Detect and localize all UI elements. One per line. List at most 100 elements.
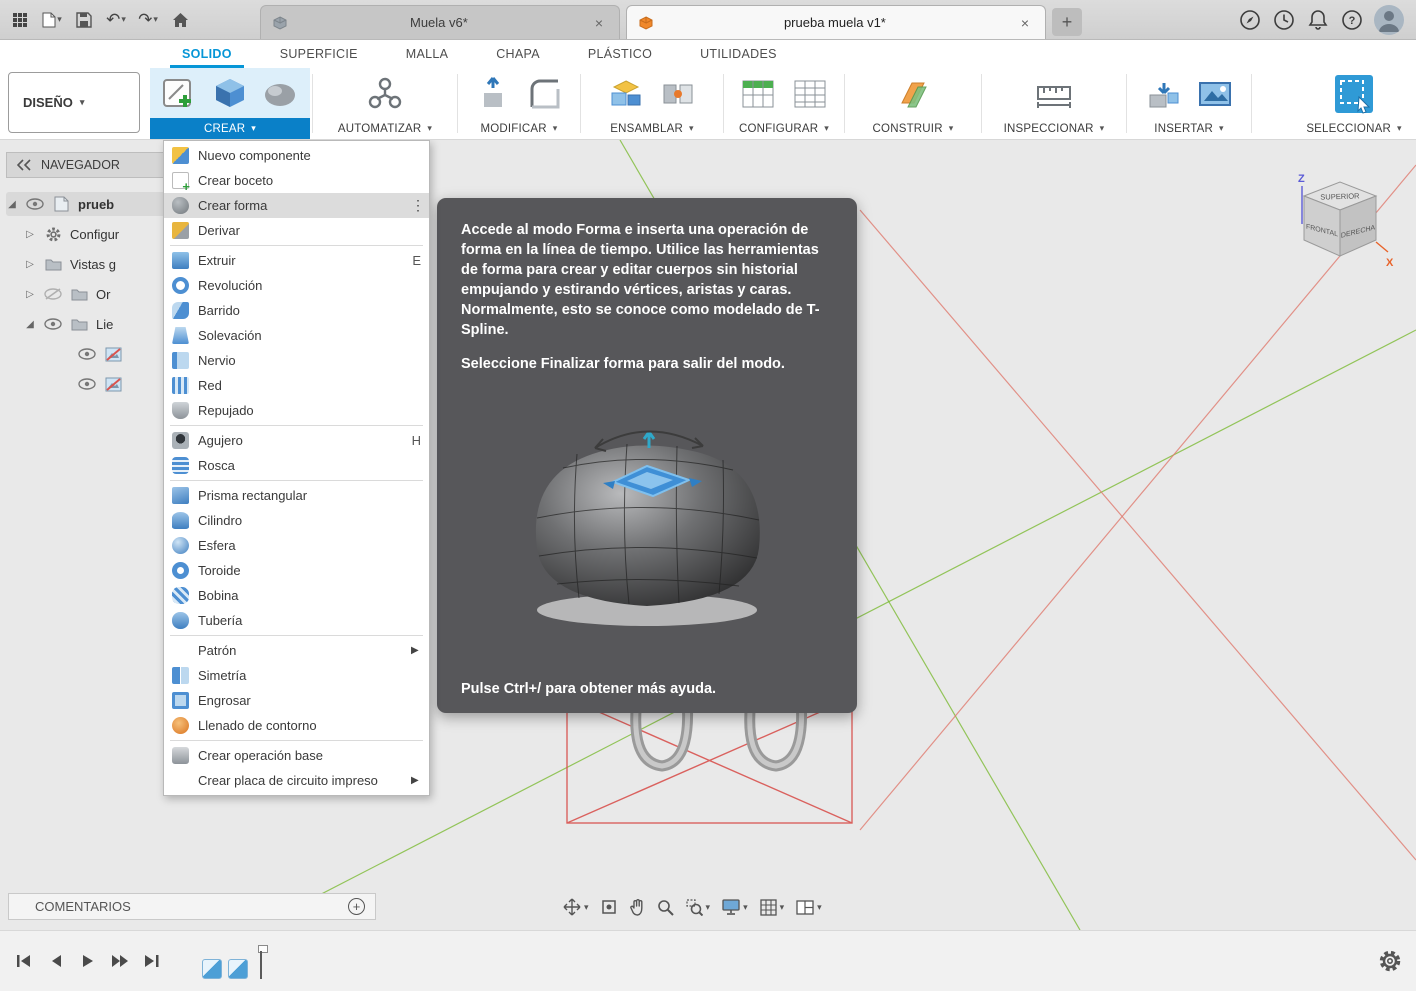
pan-button[interactable] — [626, 895, 648, 919]
design-workspace-dropdown[interactable]: DISEÑO ▾ — [8, 72, 140, 133]
tab-utilidades[interactable]: UTILIDADES — [678, 40, 799, 68]
visibility-eye-icon[interactable] — [44, 315, 62, 333]
configuration-tool-icon[interactable] — [737, 73, 779, 115]
configuration-table-tool-icon[interactable] — [789, 73, 831, 115]
create-form-tool-icon[interactable] — [260, 73, 300, 115]
zoom-button[interactable] — [654, 895, 677, 919]
save-button[interactable] — [70, 5, 98, 35]
file-menu-button[interactable]: ▾ — [38, 5, 66, 35]
menu-item-derivar[interactable]: Derivar — [164, 218, 429, 243]
menu-item-red[interactable]: Red — [164, 373, 429, 398]
document-tab-prueba-muela[interactable]: prueba muela v1* × — [626, 5, 1046, 39]
group-insertar-label-button[interactable]: INSERTAR ▾ — [1129, 118, 1249, 139]
grid-settings-button[interactable]: ▾ — [757, 895, 788, 919]
menu-item-agujero[interactable]: Agujero H — [164, 428, 429, 453]
menu-item-tuberia[interactable]: Tubería — [164, 608, 429, 633]
menu-item-crear-forma[interactable]: Crear forma ⋮ — [164, 193, 429, 218]
menu-item-prisma-rectangular[interactable]: Prisma rectangular — [164, 483, 429, 508]
insert-image-tool-icon[interactable] — [1194, 73, 1236, 115]
play-button[interactable] — [76, 949, 100, 973]
home-view-button[interactable] — [166, 5, 194, 35]
construction-plane-tool-icon[interactable] — [892, 73, 934, 115]
collapsed-triangle-icon[interactable]: ▷ — [24, 259, 36, 270]
timeline-settings-gear-icon[interactable] — [1378, 949, 1402, 976]
menu-item-nervio[interactable]: Nervio — [164, 348, 429, 373]
expand-triangle-icon[interactable]: ◢ — [6, 199, 18, 210]
orbit-button[interactable]: ▾ — [560, 895, 592, 919]
extensions-compass-icon[interactable] — [1238, 8, 1262, 32]
close-tab-icon[interactable]: × — [591, 15, 607, 31]
menu-item-extruir[interactable]: Extruir E — [164, 248, 429, 273]
comments-bar[interactable]: COMENTARIOS + — [8, 893, 376, 920]
automate-tool-icon[interactable] — [364, 73, 406, 115]
options-kebab-icon[interactable]: ⋮ — [411, 197, 425, 214]
notifications-bell-icon[interactable] — [1306, 8, 1330, 32]
close-tab-icon[interactable]: × — [1017, 15, 1033, 31]
menu-item-rosca[interactable]: Rosca — [164, 453, 429, 478]
user-avatar[interactable] — [1374, 4, 1404, 35]
menu-item-llenado-de-contorno[interactable]: Llenado de contorno — [164, 713, 429, 738]
add-comment-icon[interactable]: + — [348, 898, 365, 915]
collapse-panel-icon[interactable] — [17, 159, 31, 171]
group-ensamblar-label-button[interactable]: ENSAMBLAR ▾ — [583, 118, 721, 139]
display-settings-button[interactable]: ▾ — [719, 895, 751, 919]
insert-derive-tool-icon[interactable] — [1142, 73, 1184, 115]
job-status-clock-icon[interactable] — [1272, 8, 1296, 32]
group-automatizar-label-button[interactable]: AUTOMATIZAR ▾ — [315, 118, 455, 139]
joint-tool-icon[interactable] — [657, 73, 699, 115]
menu-item-toroide[interactable]: Toroide — [164, 558, 429, 583]
hidden-eye-icon[interactable] — [44, 285, 62, 303]
viewports-button[interactable]: ▾ — [793, 895, 825, 919]
step-back-button[interactable] — [44, 949, 68, 973]
fillet-tool-icon[interactable] — [524, 73, 566, 115]
menu-item-repujado[interactable]: Repujado — [164, 398, 429, 423]
document-tab-muela-v6[interactable]: Muela v6* × — [260, 5, 620, 39]
select-tool-icon[interactable] — [1333, 73, 1375, 115]
create-sketch-tool-icon[interactable] — [160, 73, 200, 115]
timeline-feature-form-2[interactable] — [228, 959, 248, 979]
collapsed-triangle-icon[interactable]: ▷ — [24, 229, 36, 240]
zoom-window-button[interactable]: ▾ — [683, 895, 714, 919]
visibility-eye-icon[interactable] — [78, 375, 96, 393]
menu-item-engrosar[interactable]: Engrosar — [164, 688, 429, 713]
menu-item-solevacion[interactable]: Solevación — [164, 323, 429, 348]
viewport-canvas[interactable]: NAVEGADOR ◢ prueb ▷ Configur ▷ Vistas g … — [0, 140, 1416, 930]
go-to-end-button[interactable] — [140, 949, 164, 973]
menu-item-bobina[interactable]: Bobina — [164, 583, 429, 608]
measure-tool-icon[interactable] — [1033, 73, 1075, 115]
menu-item-barrido[interactable]: Barrido — [164, 298, 429, 323]
menu-item-crear-boceto[interactable]: Crear boceto — [164, 168, 429, 194]
tab-superficie[interactable]: SUPERFICIE — [258, 40, 380, 68]
step-forward-button[interactable] — [108, 949, 132, 973]
menu-item-nuevo-componente[interactable]: Nuevo componente — [164, 143, 429, 168]
group-configurar-label-button[interactable]: CONFIGURAR ▾ — [726, 118, 842, 139]
menu-item-esfera[interactable]: Esfera — [164, 533, 429, 558]
new-document-tab-button[interactable]: + — [1052, 8, 1082, 36]
menu-item-cilindro[interactable]: Cilindro — [164, 508, 429, 533]
group-crear-label-button[interactable]: CREAR ▾ — [150, 118, 310, 139]
menu-item-revolucion[interactable]: Revolución — [164, 273, 429, 298]
tab-chapa[interactable]: CHAPA — [474, 40, 562, 68]
menu-item-crear-placa-circuito[interactable]: Crear placa de circuito impreso ▶ — [164, 768, 429, 793]
group-inspeccionar-label-button[interactable]: INSPECCIONAR ▾ — [984, 118, 1124, 139]
tab-plastico[interactable]: PLÁSTICO — [566, 40, 674, 68]
tab-solido[interactable]: SOLIDO — [160, 40, 254, 68]
visibility-eye-icon[interactable] — [78, 345, 96, 363]
press-pull-tool-icon[interactable] — [472, 73, 514, 115]
menu-item-crear-operacion-base[interactable]: Crear operación base — [164, 743, 429, 768]
menu-item-patron[interactable]: Patrón ▶ — [164, 638, 429, 663]
timeline-feature-form-1[interactable] — [202, 959, 222, 979]
collapsed-triangle-icon[interactable]: ▷ — [24, 289, 36, 300]
tab-malla[interactable]: MALLA — [384, 40, 471, 68]
new-component-tool-icon[interactable] — [605, 73, 647, 115]
app-grid-icon[interactable] — [6, 5, 34, 35]
redo-button[interactable]: ↷ ▾ — [134, 5, 162, 35]
go-to-start-button[interactable] — [12, 949, 36, 973]
timeline-position-marker[interactable] — [254, 945, 268, 979]
help-icon[interactable]: ? — [1340, 8, 1364, 32]
expand-triangle-icon[interactable]: ◢ — [24, 319, 36, 330]
group-modificar-label-button[interactable]: MODIFICAR ▾ — [460, 118, 578, 139]
menu-item-simetria[interactable]: Simetría — [164, 663, 429, 688]
undo-button[interactable]: ↶ ▾ — [102, 5, 130, 35]
group-construir-label-button[interactable]: CONSTRUIR ▾ — [847, 118, 979, 139]
